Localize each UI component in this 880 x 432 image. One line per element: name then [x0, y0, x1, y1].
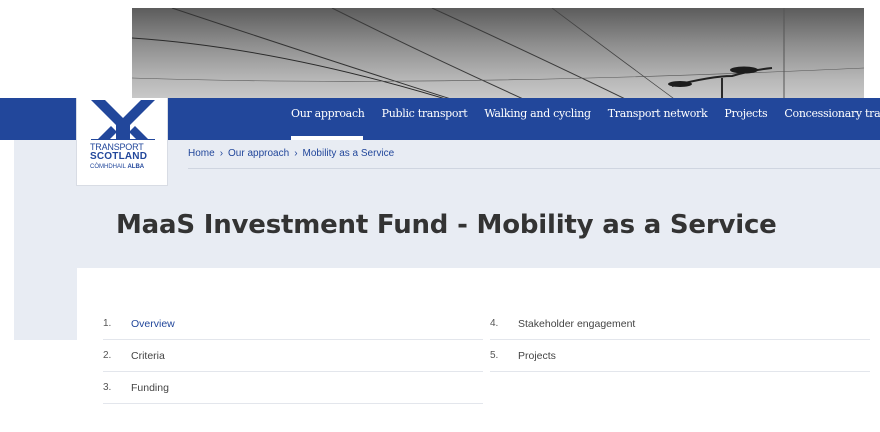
breadcrumb-divider: [188, 168, 880, 169]
breadcrumb-separator: ›: [219, 148, 224, 159]
logo-text-comhdhail: CÒMHDHAIL: [90, 164, 126, 170]
contents-link-projects[interactable]: Projects: [518, 349, 556, 363]
contents-item-number: 1.: [103, 318, 112, 329]
nav-item-public-transport[interactable]: Public transport: [382, 107, 468, 127]
logo-text-alba: ALBA: [127, 164, 145, 170]
logo-text-scotland: SCOTLAND: [90, 151, 148, 162]
contents-item-number: 4.: [490, 318, 499, 329]
contents-item[interactable]: 2. Criteria: [103, 340, 483, 372]
breadcrumb-home[interactable]: Home: [188, 147, 215, 161]
contents-item[interactable]: 5. Projects: [490, 340, 870, 372]
nav-item-projects[interactable]: Projects: [724, 107, 767, 127]
main-navigation: Our approach Public transport Walking an…: [291, 107, 880, 127]
saltire-logo-icon: [91, 100, 155, 140]
contents-item[interactable]: 3. Funding: [103, 372, 483, 404]
contents-link-overview[interactable]: Overview: [131, 317, 175, 331]
logo-text-gaelic: CÒMHDHAIL ALBA: [90, 164, 144, 171]
breadcrumb-mobility-as-a-service[interactable]: Mobility as a Service: [303, 147, 395, 161]
breadcrumb: Home › Our approach › Mobility as a Serv…: [188, 147, 394, 161]
nav-item-concessionary-travel[interactable]: Concessionary travel: [784, 107, 880, 127]
transport-scotland-logo[interactable]: TRANSPORT SCOTLAND CÒMHDHAIL ALBA: [76, 98, 168, 186]
contents-link-funding[interactable]: Funding: [131, 381, 169, 395]
breadcrumb-our-approach[interactable]: Our approach: [228, 147, 289, 161]
hero-image: [132, 8, 864, 112]
contents-item[interactable]: 4. Stakeholder engagement: [490, 308, 870, 340]
contents-item-number: 3.: [103, 382, 112, 393]
breadcrumb-separator: ›: [294, 148, 298, 159]
contents-item-number: 2.: [103, 350, 112, 361]
hero-photo-wires: [132, 8, 864, 112]
nav-item-walking-and-cycling[interactable]: Walking and cycling: [484, 107, 591, 127]
nav-item-our-approach[interactable]: Our approach: [291, 107, 365, 127]
nav-item-transport-network[interactable]: Transport network: [608, 107, 708, 127]
contents-item-number: 5.: [490, 350, 499, 361]
contents-link-stakeholder-engagement[interactable]: Stakeholder engagement: [518, 317, 635, 331]
contents-link-criteria[interactable]: Criteria: [131, 349, 165, 363]
page-title: MaaS Investment Fund - Mobility as a Ser…: [116, 210, 777, 240]
contents-item[interactable]: 1. Overview: [103, 308, 483, 340]
